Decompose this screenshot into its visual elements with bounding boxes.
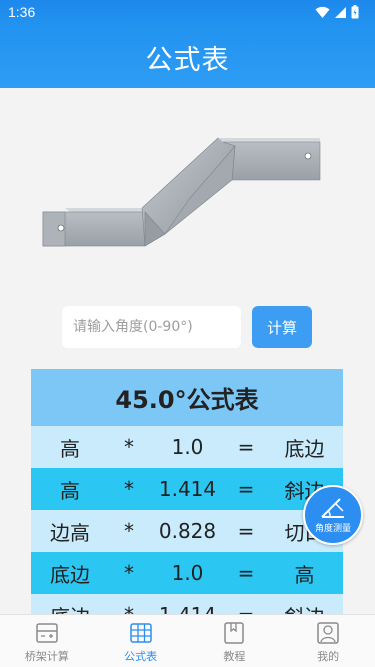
multiply-sign: *	[109, 603, 149, 614]
table-row: 高 * 1.0 = 底边	[31, 426, 343, 468]
equals-sign: =	[237, 561, 255, 585]
row-left-term: 高	[60, 436, 80, 461]
row-result-term: 高	[294, 562, 315, 587]
table-icon	[129, 623, 152, 643]
table-row: 边高 * 0.828 = 切口	[31, 510, 343, 552]
angle-measure-button[interactable]: 角度测量	[303, 485, 363, 545]
page-title: 公式表	[145, 44, 230, 76]
equals-sign: =	[237, 477, 255, 501]
row-factor: 1.414	[158, 477, 217, 501]
row-left-term: 底边	[31, 601, 109, 615]
row-factor: 1.0	[171, 435, 204, 459]
main-content: 计算 45.0°公式表 高 * 1.0 = 底边 高 * 1.414 = 斜边 …	[0, 88, 375, 614]
row-factor: 1.0	[171, 561, 204, 585]
nav-label: 教程	[223, 650, 246, 663]
book-icon	[224, 622, 245, 644]
status-bar: 1:36	[0, 0, 375, 26]
row-left-term: 高	[60, 478, 80, 503]
nav-label: 我的	[317, 650, 340, 663]
row-left-term: 边高	[50, 520, 90, 545]
table-title: 45.0°公式表	[31, 369, 343, 426]
row-factor: 1.414	[149, 603, 226, 614]
equals-sign: =	[226, 603, 266, 614]
angle-measure-label: 角度测量	[314, 524, 351, 534]
status-time: 1:36	[8, 4, 36, 20]
bottom-nav: 桥架计算 公式表 教程 我的	[0, 614, 375, 667]
nav-item-bridge-calc[interactable]: 桥架计算	[0, 615, 94, 667]
calculator-icon	[36, 623, 58, 643]
multiply-sign: *	[124, 561, 134, 585]
multiply-sign: *	[124, 519, 134, 543]
multiply-sign: *	[124, 477, 134, 501]
table-row: 底边 * 1.0 = 高	[31, 552, 343, 594]
user-icon	[317, 622, 339, 644]
calculate-button[interactable]: 计算	[252, 306, 312, 348]
signal-icon	[335, 6, 346, 18]
equals-sign: =	[237, 435, 255, 459]
wifi-icon	[315, 6, 330, 18]
nav-item-mine[interactable]: 我的	[281, 615, 375, 667]
status-icons	[315, 5, 359, 19]
angle-measure-icon	[321, 498, 344, 518]
nav-label: 桥架计算	[24, 650, 69, 663]
row-result-term: 斜边	[266, 601, 343, 615]
row-result-term: 底边	[284, 436, 325, 461]
multiply-sign: *	[124, 435, 134, 459]
formula-table: 45.0°公式表 高 * 1.0 = 底边 高 * 1.414 = 斜边 边高 …	[31, 369, 343, 614]
nav-item-formula-table[interactable]: 公式表	[94, 615, 188, 667]
row-factor: 0.828	[158, 519, 217, 543]
cable-tray-illustration	[42, 137, 321, 247]
nav-item-tutorial[interactable]: 教程	[188, 615, 282, 667]
app-header: 公式表	[0, 26, 375, 88]
table-row: 底边 * 1.414 = 斜边	[31, 594, 343, 614]
table-row: 高 * 1.414 = 斜边	[31, 468, 343, 510]
nav-label: 公式表	[124, 650, 158, 663]
row-left-term: 底边	[50, 562, 90, 587]
angle-input[interactable]	[62, 306, 241, 348]
battery-icon	[351, 5, 359, 19]
equals-sign: =	[237, 519, 255, 543]
